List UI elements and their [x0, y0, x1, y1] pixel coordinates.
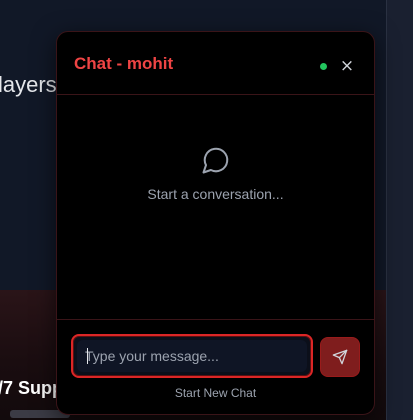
- send-button[interactable]: [320, 337, 360, 377]
- empty-state-text: Start a conversation...: [147, 186, 284, 202]
- background-heading: layers: [0, 72, 57, 97]
- close-button[interactable]: ×: [338, 57, 356, 75]
- scrollbar-track[interactable]: [386, 0, 413, 420]
- message-input-wrapper: [71, 334, 313, 378]
- send-icon: [332, 349, 348, 365]
- text-caret: [87, 348, 88, 364]
- message-circle-icon: [202, 147, 229, 174]
- start-new-chat-link[interactable]: Start New Chat: [57, 386, 374, 400]
- online-status-indicator: [320, 63, 327, 70]
- page: layers /7 Supp Chat - mohit × Start a co…: [0, 0, 413, 420]
- chat-title: Chat - mohit: [74, 54, 174, 73]
- message-input[interactable]: [77, 340, 307, 372]
- chat-window: Chat - mohit × Start a conversation... S…: [56, 31, 375, 415]
- message-list: Start a conversation...: [57, 95, 374, 319]
- background-card-title: /7 Supp: [0, 378, 64, 398]
- chat-header: Chat - mohit ×: [57, 32, 374, 95]
- chat-footer: Start New Chat: [57, 319, 374, 414]
